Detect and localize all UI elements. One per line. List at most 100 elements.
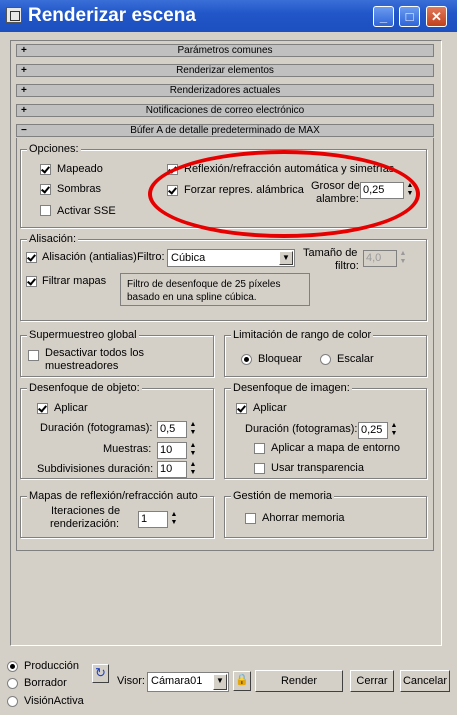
filtro-label: Filtro: <box>137 251 165 263</box>
collapse-icon: − <box>21 125 27 136</box>
muestras-spinner[interactable]: 10 ▲ ▼ <box>157 442 201 459</box>
duracion-imagen-spinner[interactable]: 0,25 ▲ ▼ <box>358 422 402 439</box>
tamano-filtro-spinner[interactable]: 4,0 ▲ ▼ <box>363 250 407 267</box>
chevron-down-icon[interactable]: ▼ <box>213 674 227 690</box>
subdivisiones-value[interactable]: 10 <box>157 461 187 478</box>
visor-value: Cámara01 <box>151 675 203 687</box>
cancelar-button[interactable]: Cancelar <box>400 670 450 692</box>
spinner-arrows-icon[interactable]: ▲ ▼ <box>188 461 198 478</box>
cerrar-button[interactable]: Cerrar <box>350 670 394 692</box>
rollout-label: Parámetros comunes <box>177 45 273 56</box>
bloquear-radio[interactable] <box>241 354 252 365</box>
escalar-radio[interactable] <box>320 354 331 365</box>
alisacion-checkbox[interactable] <box>26 252 37 263</box>
filtro-description: Filtro de desenfoque de 25 píxeles basad… <box>120 273 310 306</box>
duracion-objeto-label: Duración (fotogramas): <box>40 422 153 434</box>
iteraciones-spinner[interactable]: 1 ▲ ▼ <box>138 511 182 528</box>
group-title: Limitación de rango de color <box>231 329 374 341</box>
mapeado-label: Mapeado <box>57 163 103 175</box>
group-title: Gestión de memoria <box>231 490 335 502</box>
rollout-bufer-a[interactable]: − Búfer A de detalle predeterminado de M… <box>16 124 434 137</box>
tamano-filtro-label-2: filtro: <box>335 260 359 272</box>
group-title: Desenfoque de imagen: <box>231 382 352 394</box>
borrador-radio[interactable] <box>7 678 18 689</box>
duracion-objeto-spinner[interactable]: 0,5 ▲ ▼ <box>157 421 201 438</box>
rollout-label: Búfer A de detalle predeterminado de MAX <box>130 125 320 136</box>
vision-activa-label: VisiónActiva <box>24 695 84 707</box>
lock-icon[interactable]: 🔒 <box>233 671 251 691</box>
desactivar-muestreadores-checkbox[interactable] <box>28 350 39 361</box>
vision-activa-radio[interactable] <box>7 696 18 707</box>
subdivisiones-label: Subdivisiones duración: <box>37 463 154 475</box>
spinner-arrows-icon[interactable]: ▲ ▼ <box>389 422 399 439</box>
alisacion-label: Alisación (antialias) <box>42 251 137 263</box>
maximize-button[interactable]: □ <box>399 6 420 27</box>
duracion-imagen-label: Duración (fotogramas): <box>245 423 358 435</box>
close-button[interactable]: ✕ <box>426 6 447 27</box>
filtrar-mapas-checkbox[interactable] <box>26 276 37 287</box>
produccion-label: Producción <box>24 660 80 672</box>
rollout-label: Renderizadores actuales <box>169 85 281 96</box>
spinner-arrows-icon[interactable]: ▲ ▼ <box>188 442 198 459</box>
window-title: Renderizar escena <box>28 5 196 26</box>
minimize-button[interactable]: _ <box>373 6 394 27</box>
annotation-ellipse <box>148 150 420 238</box>
chevron-down-icon[interactable]: ▼ <box>279 251 293 265</box>
desactivar-label: Desactivar todos los <box>45 347 145 359</box>
filtrar-mapas-label: Filtrar mapas <box>42 275 107 287</box>
rollout-notificaciones[interactable]: + Notificaciones de correo electrónico <box>16 104 434 117</box>
group-title: Desenfoque de objeto: <box>27 382 142 394</box>
spinner-arrows-icon[interactable]: ▲ ▼ <box>188 421 198 438</box>
group-title: Supermuestreo global <box>27 329 139 341</box>
sombras-checkbox[interactable] <box>40 184 51 195</box>
duracion-objeto-value[interactable]: 0,5 <box>157 421 187 438</box>
aplicar-imagen-checkbox[interactable] <box>236 403 247 414</box>
desactivar-label-2: muestreadores <box>45 360 119 372</box>
expand-icon: + <box>21 105 27 116</box>
transparencia-checkbox[interactable] <box>254 463 265 474</box>
mapa-entorno-label: Aplicar a mapa de entorno <box>271 442 401 454</box>
muestras-label: Muestras: <box>103 443 152 455</box>
iteraciones-label: Iteraciones de <box>51 505 121 517</box>
mapeado-checkbox[interactable] <box>40 164 51 175</box>
subdivisiones-spinner[interactable]: 10 ▲ ▼ <box>157 461 201 478</box>
group-title: Mapas de reflexión/refracción auto <box>27 490 200 502</box>
tamano-value[interactable]: 4,0 <box>363 250 397 267</box>
rollout-label: Renderizar elementos <box>176 65 274 76</box>
visor-dropdown[interactable]: Cámara01 ▼ <box>147 672 229 692</box>
ahorrar-memoria-checkbox[interactable] <box>245 513 256 524</box>
bloquear-label: Bloquear <box>258 353 303 365</box>
expand-icon: + <box>21 85 27 96</box>
rollout-renderizadores-actuales[interactable]: + Renderizadores actuales <box>16 84 434 97</box>
expand-icon: + <box>21 45 27 56</box>
iteraciones-value[interactable]: 1 <box>138 511 168 528</box>
sombras-label: Sombras <box>57 183 102 195</box>
app-icon[interactable] <box>6 7 22 23</box>
swap-arrow-icon[interactable]: ↻ <box>92 664 109 683</box>
aplicar-objeto-label: Aplicar <box>54 402 88 414</box>
render-button[interactable]: Render <box>255 670 343 692</box>
duracion-imagen-value[interactable]: 0,25 <box>358 422 388 439</box>
mapa-entorno-checkbox[interactable] <box>254 443 265 454</box>
activar-sse-label: Activar SSE <box>57 205 116 217</box>
filtro-dropdown[interactable]: Cúbica ▼ <box>167 249 295 267</box>
spinner-arrows-icon[interactable]: ▲ ▼ <box>169 511 179 528</box>
escalar-label: Escalar <box>337 353 374 365</box>
visor-label: Visor: <box>117 675 145 687</box>
transparencia-label: Usar transparencia <box>271 462 364 474</box>
muestras-value[interactable]: 10 <box>157 442 187 459</box>
iteraciones-label-2: renderización: <box>50 518 120 530</box>
tamano-filtro-label: Tamaño de <box>303 247 358 259</box>
ahorrar-memoria-label: Ahorrar memoria <box>262 512 345 524</box>
aplicar-imagen-label: Aplicar <box>253 402 287 414</box>
mapas-reflexion-group: Mapas de reflexión/refracción auto <box>20 490 214 538</box>
aplicar-objeto-checkbox[interactable] <box>37 403 48 414</box>
rollout-parametros-comunes[interactable]: + Parámetros comunes <box>16 44 434 57</box>
rollout-renderizar-elementos[interactable]: + Renderizar elementos <box>16 64 434 77</box>
group-title: Opciones: <box>27 143 81 155</box>
produccion-radio[interactable] <box>7 661 18 672</box>
title-bar: Renderizar escena _ □ ✕ <box>0 0 457 32</box>
filtro-description-line: basado en una spline cúbica. <box>127 292 257 303</box>
spinner-arrows-icon[interactable]: ▲ ▼ <box>398 250 408 267</box>
activar-sse-checkbox[interactable] <box>40 205 51 216</box>
